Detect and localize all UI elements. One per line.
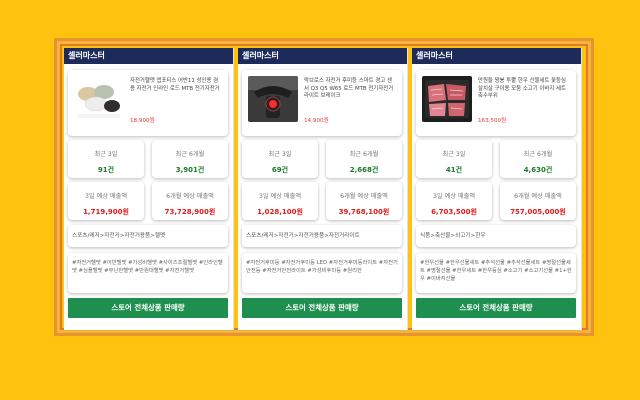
- stat-value: 2,668건: [349, 166, 379, 174]
- recent-6month-stat: 최근 6개월 4,630건: [500, 140, 576, 178]
- stat-value: 4,630건: [523, 166, 553, 174]
- panel-header: 셀러마스터: [412, 48, 581, 64]
- stat-label: 3일 예상 매출액: [432, 193, 476, 200]
- panel-header: 셀러마스터: [238, 48, 407, 64]
- store-sales-button[interactable]: 스토어 전체상품 판매량: [242, 298, 402, 318]
- panel-header: 셀러마스터: [64, 48, 233, 64]
- category-path: 식품>축산물>쇠고기>한우: [416, 225, 576, 247]
- helmet-thumbnail: [74, 76, 124, 122]
- stat-label: 최근 6개월: [349, 151, 379, 158]
- product-title[interactable]: 만원들 왕봉 투뿔 한우 선물세트 꽃등심 살치살 구이용 모둠 소고기 이바지…: [478, 78, 570, 101]
- stat-label: 3일 예상 매출액: [84, 193, 128, 200]
- stat-value: 3,901건: [175, 166, 205, 174]
- stat-value: 6,703,500원: [431, 208, 477, 216]
- stat-value: 39,768,100원: [338, 208, 390, 216]
- recent-6month-stat: 최근 6개월 2,668건: [326, 140, 402, 178]
- stat-label: 최근 3일: [268, 151, 292, 158]
- stat-value: 757,005,000원: [510, 208, 566, 216]
- seller-master-panel-3: 셀러마스터 만원들 왕봉 투뿔 한우 선물세트 꽃등심 살치살 구이용 모둠 소…: [412, 48, 582, 330]
- seller-master-panel-1: 셀러마스터 자전거헬멧 앱포티스 어반11 성인용 겸용 자전거 인라인 로드 …: [64, 48, 234, 330]
- product-title[interactable]: 락브로스 자전거 후미등 스마트 경고 센서 Q3 Q5 W65 로드 MTB …: [304, 78, 396, 101]
- store-sales-button[interactable]: 스토어 전체상품 판매량: [68, 298, 228, 318]
- sales-3day-stat: 3일 예상 매출액 1,719,900원: [68, 182, 144, 220]
- beef-thumbnail: [422, 76, 472, 122]
- taillight-thumbnail: [248, 76, 298, 122]
- recent-3day-stat: 최근 3일 91건: [68, 140, 144, 178]
- category-path: 스포츠/레저>자전거>자전거용품>자전거라이트: [242, 225, 402, 247]
- seller-master-panel-2: 셀러마스터 락브로스 자전거 후미등 스마트 경고 센서 Q3 Q5 W65 로…: [238, 48, 408, 330]
- product-tags: #한우선물 #한우선물세트 #추석선물 #추석선물세트 #명절선물세트 #명절선…: [416, 253, 576, 293]
- recent-6month-stat: 최근 6개월 3,901건: [152, 140, 228, 178]
- product-price: 14,900원: [304, 118, 329, 124]
- stat-label: 최근 6개월: [523, 151, 553, 158]
- stat-label: 3일 예상 매출액: [258, 193, 302, 200]
- stat-value: 73,728,900원: [164, 208, 216, 216]
- product-card[interactable]: 락브로스 자전거 후미등 스마트 경고 센서 Q3 Q5 W65 로드 MTB …: [242, 70, 402, 136]
- stat-label: 최근 3일: [94, 151, 118, 158]
- sales-6month-stat: 6개월 예상 매출액 757,005,000원: [500, 182, 576, 220]
- stat-value: 1,719,900원: [83, 208, 129, 216]
- sales-3day-stat: 3일 예상 매출액 1,028,100원: [242, 182, 318, 220]
- category-path: 스포츠/레저>자전거>자전거용품>헬멧: [68, 225, 228, 247]
- stat-label: 6개월 예상 매출액: [166, 193, 214, 200]
- stat-label: 6개월 예상 매출액: [514, 193, 562, 200]
- recent-3day-stat: 최근 3일 41건: [416, 140, 492, 178]
- stat-label: 최근 3일: [442, 151, 466, 158]
- sales-3day-stat: 3일 예상 매출액 6,703,500원: [416, 182, 492, 220]
- stat-value: 41건: [445, 166, 463, 174]
- store-sales-button[interactable]: 스토어 전체상품 판매량: [416, 298, 576, 318]
- stat-value: 69건: [271, 166, 289, 174]
- stat-value: 91건: [97, 166, 115, 174]
- sales-6month-stat: 6개월 예상 매출액 39,768,100원: [326, 182, 402, 220]
- product-price: 18,900원: [130, 118, 155, 124]
- stat-label: 6개월 예상 매출액: [340, 193, 388, 200]
- product-price: 163,500원: [478, 118, 507, 124]
- product-tags: #자전거후미등 #자전거후미등 LED #자전거후미등라이트 #자전거안전등 #…: [242, 253, 402, 293]
- product-title[interactable]: 자전거헬멧 앱포티스 어반11 성인용 겸용 자전거 인라인 로드 MTB 전기…: [130, 78, 222, 93]
- product-card[interactable]: 만원들 왕봉 투뿔 한우 선물세트 꽃등심 살치살 구이용 모둠 소고기 이바지…: [416, 70, 576, 136]
- sales-6month-stat: 6개월 예상 매출액 73,728,900원: [152, 182, 228, 220]
- stat-value: 1,028,100원: [257, 208, 303, 216]
- product-card[interactable]: 자전거헬멧 앱포티스 어반11 성인용 겸용 자전거 인라인 로드 MTB 전기…: [68, 70, 228, 136]
- stat-label: 최근 6개월: [175, 151, 205, 158]
- product-tags: #자전거헬멧 #어반헬멧 #가성비헬멧 #사이즈조절헬멧 #인라인헬멧 #심플헬…: [68, 253, 228, 293]
- recent-3day-stat: 최근 3일 69건: [242, 140, 318, 178]
